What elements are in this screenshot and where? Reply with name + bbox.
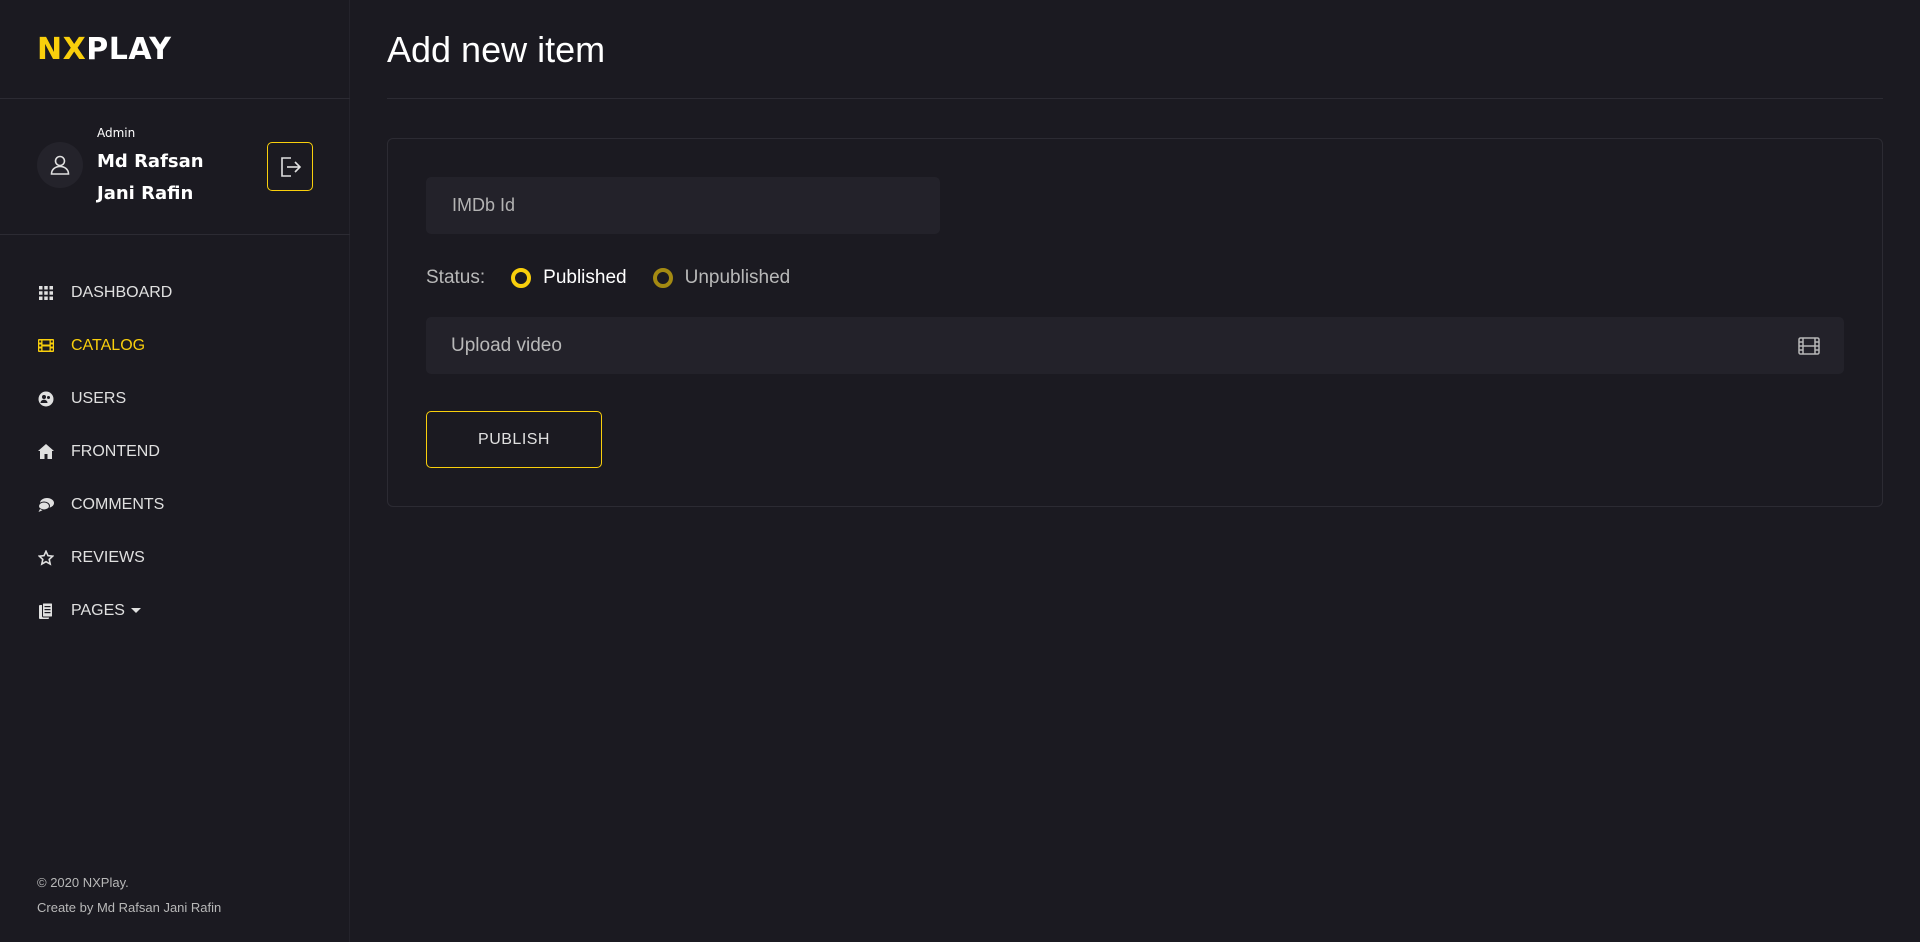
sidebar-item-label: DASHBOARD — [71, 283, 173, 301]
status-published-radio[interactable]: Published — [511, 267, 627, 289]
sidebar-item-label: COMMENTS — [71, 495, 165, 513]
sidebar-footer: © 2020 NXPlay. Create by Md Rafsan Jani … — [37, 870, 221, 920]
home-icon — [37, 443, 55, 461]
upload-video-field[interactable]: Upload video — [426, 317, 1844, 374]
upload-video-label: Upload video — [451, 334, 562, 356]
users-icon — [37, 390, 55, 408]
grid-icon — [37, 284, 55, 302]
sidebar: NXPLAY Admin Md Rafsan Jani Rafin DASHBO… — [0, 0, 350, 942]
logout-button[interactable] — [267, 142, 313, 191]
add-item-form: Status: Published Unpublished Upload vid… — [387, 138, 1883, 507]
sidebar-item-comments[interactable]: COMMENTS — [37, 478, 172, 531]
sidebar-item-label: FRONTEND — [71, 442, 160, 460]
user-profile: Admin Md Rafsan Jani Rafin — [37, 122, 337, 222]
radio-unselected-icon — [652, 268, 673, 288]
film-icon — [1798, 336, 1820, 355]
radio-label: Unpublished — [684, 267, 791, 288]
imdb-id-input[interactable] — [426, 177, 940, 234]
radio-label: Published — [543, 267, 627, 288]
avatar — [37, 142, 83, 188]
star-icon — [37, 549, 55, 567]
logout-icon — [281, 156, 302, 177]
sidebar-item-reviews[interactable]: REVIEWS — [37, 531, 172, 584]
credit-text: Create by Md Rafsan Jani Rafin — [37, 900, 222, 915]
film-icon — [37, 337, 55, 355]
user-name: Md Rafsan Jani Rafin — [97, 151, 204, 204]
sidebar-item-users[interactable]: USERS — [37, 372, 172, 425]
sidebar-divider-bottom — [0, 234, 350, 235]
main-divider — [387, 98, 1883, 99]
radio-selected-icon — [511, 268, 532, 288]
sidebar-item-catalog[interactable]: CATALOG — [37, 319, 172, 372]
sidebar-item-pages[interactable]: PAGES — [37, 584, 172, 637]
status-unpublished-radio[interactable]: Unpublished — [652, 267, 791, 289]
sidebar-item-frontend[interactable]: FRONTEND — [37, 425, 172, 478]
copyright-text: © 2020 NXPlay. — [37, 875, 129, 890]
status-label: Status: — [426, 267, 486, 288]
brand-logo-accent: NX — [37, 32, 87, 67]
sidebar-item-label: CATALOG — [71, 336, 146, 354]
page-title: Add new item — [387, 29, 606, 70]
publish-button[interactable]: PUBLISH — [426, 411, 602, 468]
user-icon — [50, 155, 70, 175]
sidebar-item-label: REVIEWS — [71, 548, 145, 566]
chevron-down-icon — [130, 608, 141, 613]
brand-logo[interactable]: NXPLAY — [37, 30, 171, 70]
status-group: Status: Published Unpublished — [426, 263, 816, 293]
sidebar-item-label: USERS — [71, 389, 127, 407]
user-role: Admin — [97, 126, 136, 140]
sidebar-item-label: PAGES — [71, 601, 125, 619]
sidebar-divider-top — [0, 98, 350, 99]
comments-icon — [37, 496, 55, 514]
brand-logo-rest: PLAY — [86, 32, 172, 67]
sidebar-item-dashboard[interactable]: DASHBOARD — [37, 266, 172, 319]
pages-icon — [37, 602, 55, 620]
sidebar-nav: DASHBOARD CATALOG USERS FRONTEND COMMENT… — [37, 266, 172, 637]
